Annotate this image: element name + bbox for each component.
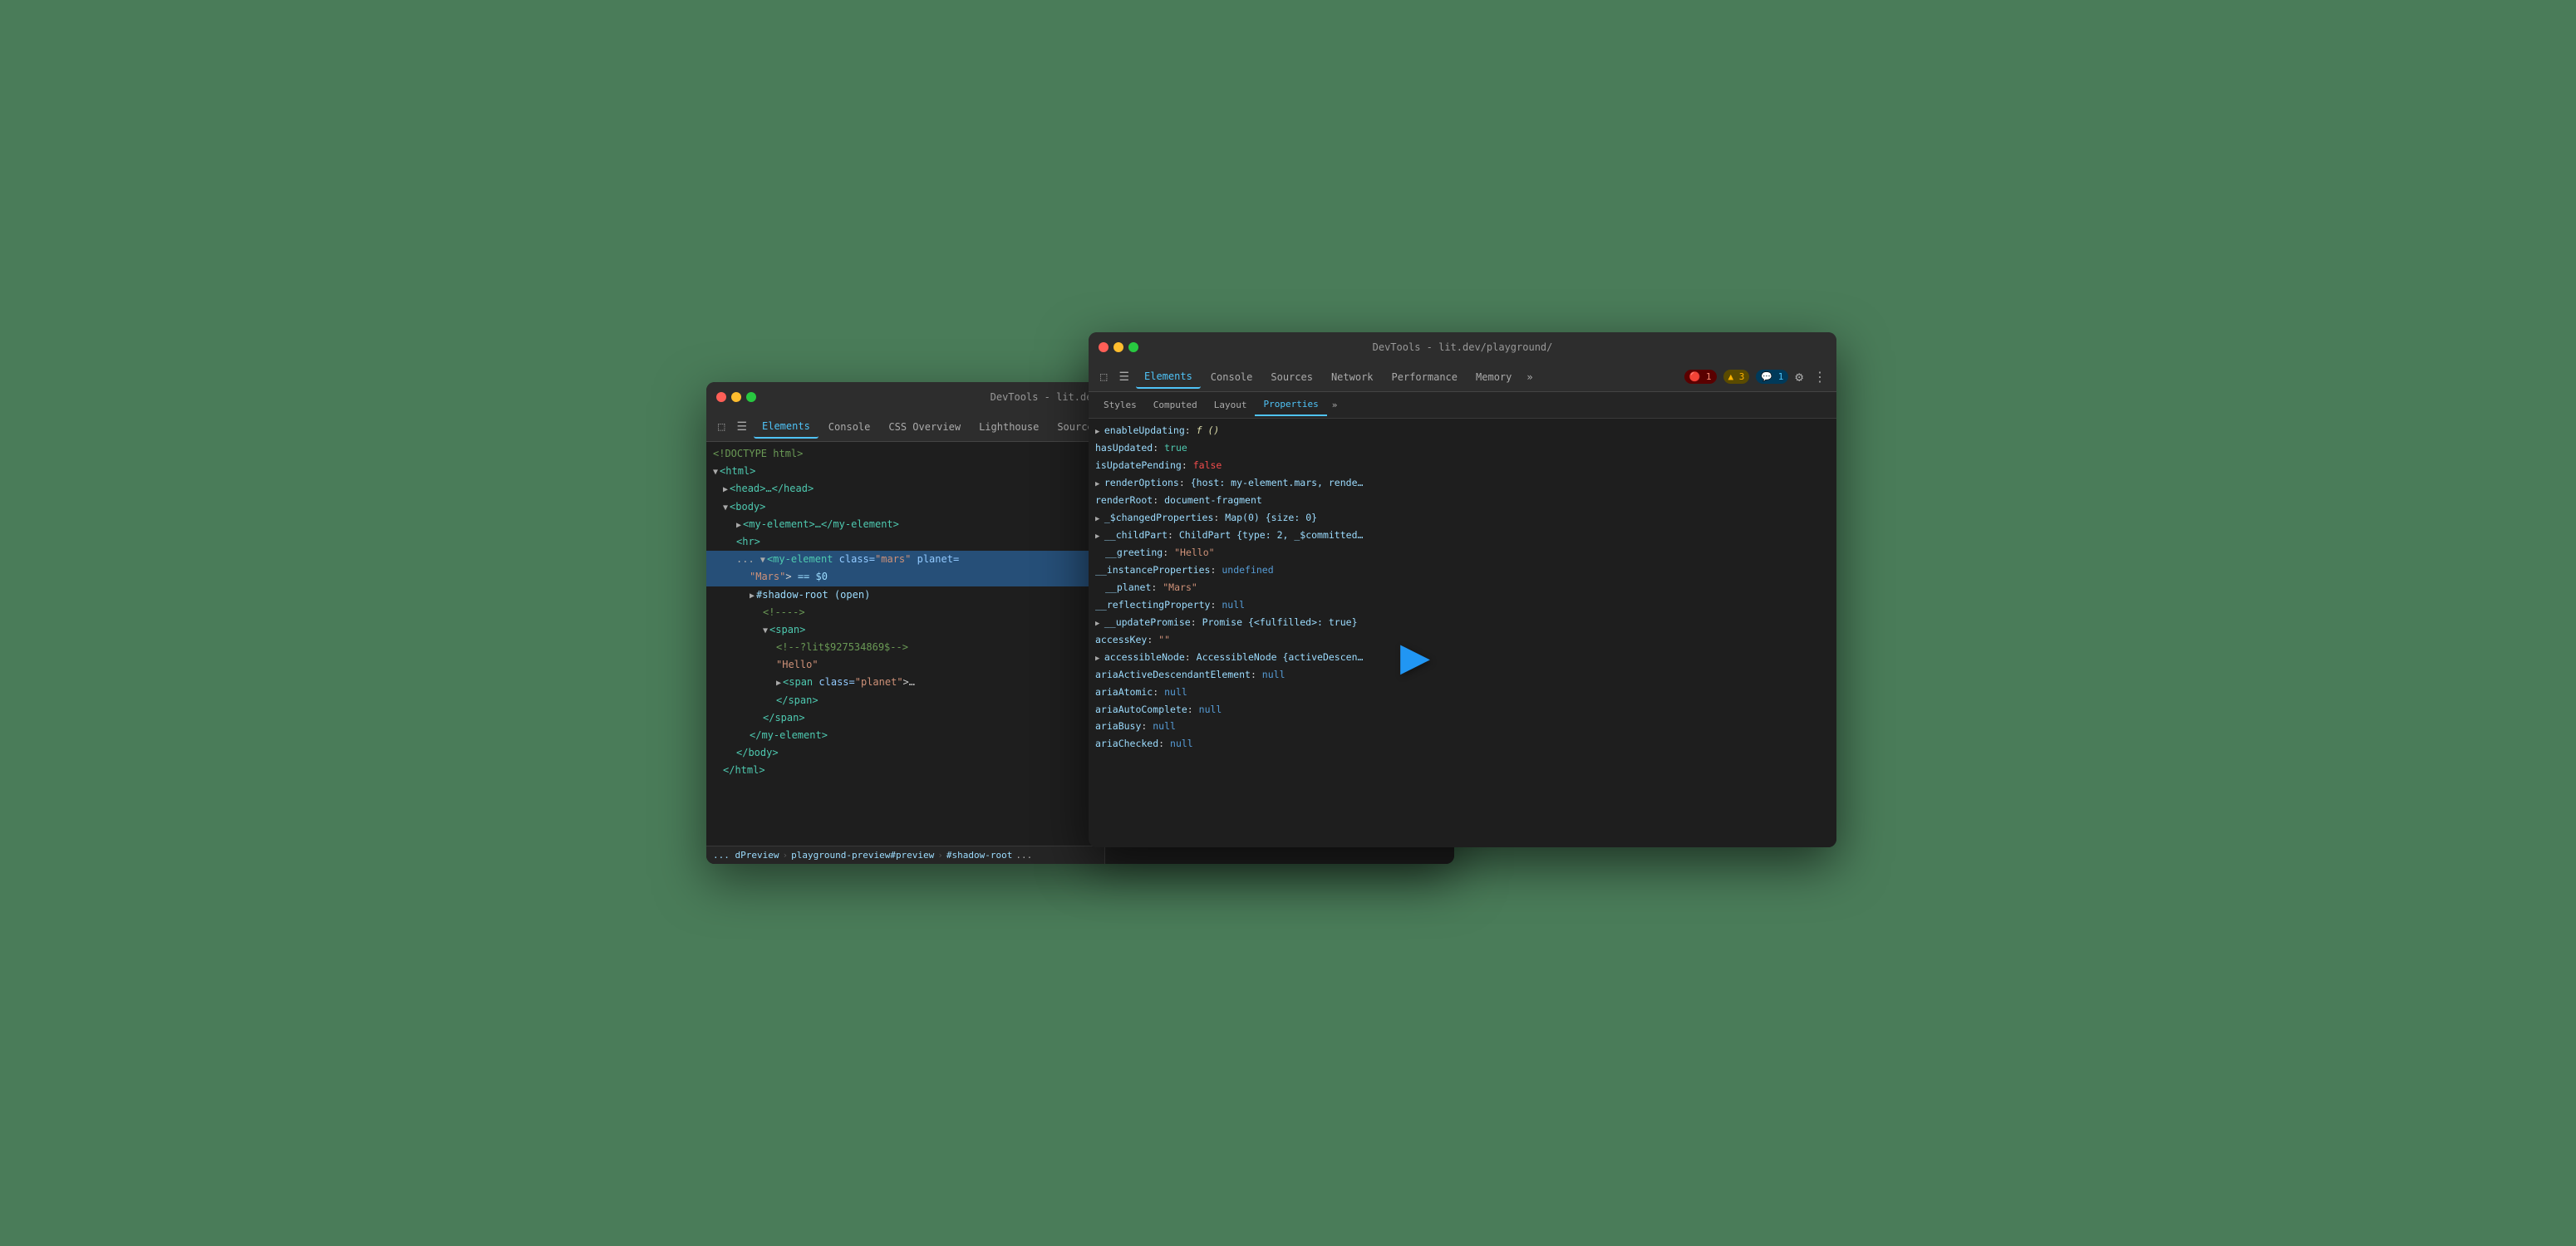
dom-line[interactable]: ▶<span class="planet">…	[706, 674, 1104, 691]
breadcrumb-more[interactable]: ...	[1015, 850, 1032, 861]
dom-line[interactable]: </span>	[706, 709, 1104, 727]
tab-elements-front[interactable]: Elements	[1136, 365, 1201, 389]
prop-line[interactable]: __updatePromise: Promise {<fulfilled>: t…	[1089, 614, 1836, 631]
badge-info-front: 💬 1	[1756, 370, 1788, 384]
breadcrumb-back: ... dPreview › playground-preview#previe…	[706, 846, 1104, 864]
dom-line[interactable]: <hr>	[706, 533, 1104, 551]
prop-line[interactable]: __planet: "Mars"	[1089, 579, 1836, 596]
sub-tab-computed-front[interactable]: Computed	[1145, 395, 1206, 415]
minimize-button-back[interactable]	[731, 392, 741, 402]
sub-tabbar-front: Styles Computed Layout Properties »	[1089, 392, 1836, 419]
properties-panel-front: Styles Computed Layout Properties » enab…	[1089, 392, 1836, 847]
badge-error-front: 🔴 1	[1684, 370, 1717, 384]
dom-line[interactable]: </body>	[706, 744, 1104, 762]
prop-line[interactable]: __reflectingProperty: null	[1089, 596, 1836, 614]
sub-tab-properties-front[interactable]: Properties	[1255, 394, 1326, 416]
dom-line[interactable]: <!---->	[706, 604, 1104, 621]
dom-line[interactable]: <!DOCTYPE html>	[706, 445, 1104, 463]
breadcrumb-item[interactable]: #shadow-root	[946, 850, 1012, 861]
tab-console-back[interactable]: Console	[820, 416, 879, 438]
dom-line[interactable]: <!--?lit$927534869$-->	[706, 639, 1104, 656]
device-tool-back[interactable]: ☰	[731, 417, 752, 437]
prop-line[interactable]: __instanceProperties: undefined	[1089, 562, 1836, 579]
dom-line[interactable]: "Hello"	[706, 656, 1104, 674]
sub-tab-more-front[interactable]: »	[1327, 396, 1343, 414]
dom-line[interactable]: </html>	[706, 762, 1104, 779]
tab-network-front[interactable]: Network	[1323, 366, 1382, 388]
breadcrumb-item[interactable]: ... dPreview	[713, 850, 779, 861]
dom-line[interactable]: ▶#shadow-root (open)	[706, 586, 1104, 604]
devtools-window-front: DevTools - lit.dev/playground/ ⬚ ☰ Eleme…	[1089, 332, 1836, 847]
close-button-front[interactable]	[1099, 342, 1109, 352]
dom-tree-back[interactable]: <!DOCTYPE html> ▼<html> ▶<head>…</head> …	[706, 442, 1104, 846]
blue-arrow: ▶	[1400, 627, 1430, 685]
dom-line-selected[interactable]: ... ▼<my-element class="mars" planet=	[706, 551, 1104, 568]
tabbar-front: ⬚ ☰ Elements Console Sources Network Per…	[1089, 362, 1836, 392]
dom-line[interactable]: </span>	[706, 692, 1104, 709]
dom-line[interactable]: ▼<body>	[706, 498, 1104, 516]
prop-line[interactable]: renderRoot: document-fragment	[1089, 492, 1836, 509]
tab-memory-front[interactable]: Memory	[1467, 366, 1520, 388]
dom-line[interactable]: ▶<head>…</head>	[706, 480, 1104, 498]
sub-tab-styles-front[interactable]: Styles	[1095, 395, 1145, 415]
prop-line[interactable]: accessKey: ""	[1089, 631, 1836, 649]
minimize-button-front[interactable]	[1113, 342, 1123, 352]
prop-line[interactable]: accessibleNode: AccessibleNode {activeDe…	[1089, 649, 1836, 666]
tab-css-overview-back[interactable]: CSS Overview	[880, 416, 969, 438]
maximize-button-front[interactable]	[1128, 342, 1138, 352]
dom-line-selected2[interactable]: "Mars"> == $0	[706, 568, 1104, 586]
cursor-tool-back[interactable]: ⬚	[713, 417, 730, 437]
tab-actions-front: 🔴 1 ▲ 3 💬 1 ⚙ ⋮	[1681, 365, 1830, 388]
more-icon-front[interactable]: ⋮	[1810, 365, 1830, 388]
dom-line[interactable]: ▼<html>	[706, 463, 1104, 480]
settings-icon-front[interactable]: ⚙	[1792, 365, 1807, 388]
tab-more-front[interactable]: »	[1522, 368, 1537, 386]
tab-elements-back[interactable]: Elements	[754, 415, 819, 439]
dom-line[interactable]: ▼<span>	[706, 621, 1104, 639]
prop-line[interactable]: renderOptions: {host: my-element.mars, r…	[1089, 474, 1836, 492]
traffic-lights-front	[1099, 342, 1138, 352]
prop-line[interactable]: ariaAutoComplete: null	[1089, 701, 1836, 719]
tab-sources-front[interactable]: Sources	[1262, 366, 1321, 388]
titlebar-front: DevTools - lit.dev/playground/	[1089, 332, 1836, 362]
sub-tab-layout-front[interactable]: Layout	[1206, 395, 1256, 415]
scene: DevTools - lit.dev/playground/ ⬚ ☰ Eleme…	[706, 332, 1870, 914]
device-tool-front[interactable]: ☰	[1113, 367, 1134, 387]
prop-line[interactable]: isUpdatePending: false	[1089, 457, 1836, 474]
cursor-tool-front[interactable]: ⬚	[1095, 367, 1112, 387]
window-title-front: DevTools - lit.dev/playground/	[1373, 341, 1553, 353]
dom-line[interactable]: </my-element>	[706, 727, 1104, 744]
breadcrumb-item[interactable]: playground-preview#preview	[791, 850, 934, 861]
tab-lighthouse-back[interactable]: Lighthouse	[971, 416, 1047, 438]
dom-line[interactable]: ▶<my-element>…</my-element>	[706, 516, 1104, 533]
prop-line[interactable]: enableUpdating: f ()	[1089, 422, 1836, 439]
prop-line[interactable]: __greeting: "Hello"	[1089, 544, 1836, 562]
prop-line[interactable]: ariaChecked: null	[1089, 735, 1836, 753]
close-button-back[interactable]	[716, 392, 726, 402]
prop-line[interactable]: _$changedProperties: Map(0) {size: 0}	[1089, 509, 1836, 527]
prop-line[interactable]: ariaAtomic: null	[1089, 684, 1836, 701]
props-list-front[interactable]: enableUpdating: f () hasUpdated: true is…	[1089, 419, 1836, 847]
elements-panel-back: <!DOCTYPE html> ▼<html> ▶<head>…</head> …	[706, 442, 1104, 864]
traffic-lights-back	[716, 392, 756, 402]
prop-line[interactable]: __childPart: ChildPart {type: 2, _$commi…	[1089, 527, 1836, 544]
panel-area-front: Styles Computed Layout Properties » enab…	[1089, 392, 1836, 847]
prop-line[interactable]: ariaBusy: null	[1089, 718, 1836, 735]
prop-line[interactable]: ariaActiveDescendantElement: null	[1089, 666, 1836, 684]
maximize-button-back[interactable]	[746, 392, 756, 402]
tab-performance-front[interactable]: Performance	[1384, 366, 1466, 388]
prop-line[interactable]: hasUpdated: true	[1089, 439, 1836, 457]
tab-console-front[interactable]: Console	[1202, 366, 1261, 388]
badge-warning-front: ▲ 3	[1723, 370, 1750, 384]
